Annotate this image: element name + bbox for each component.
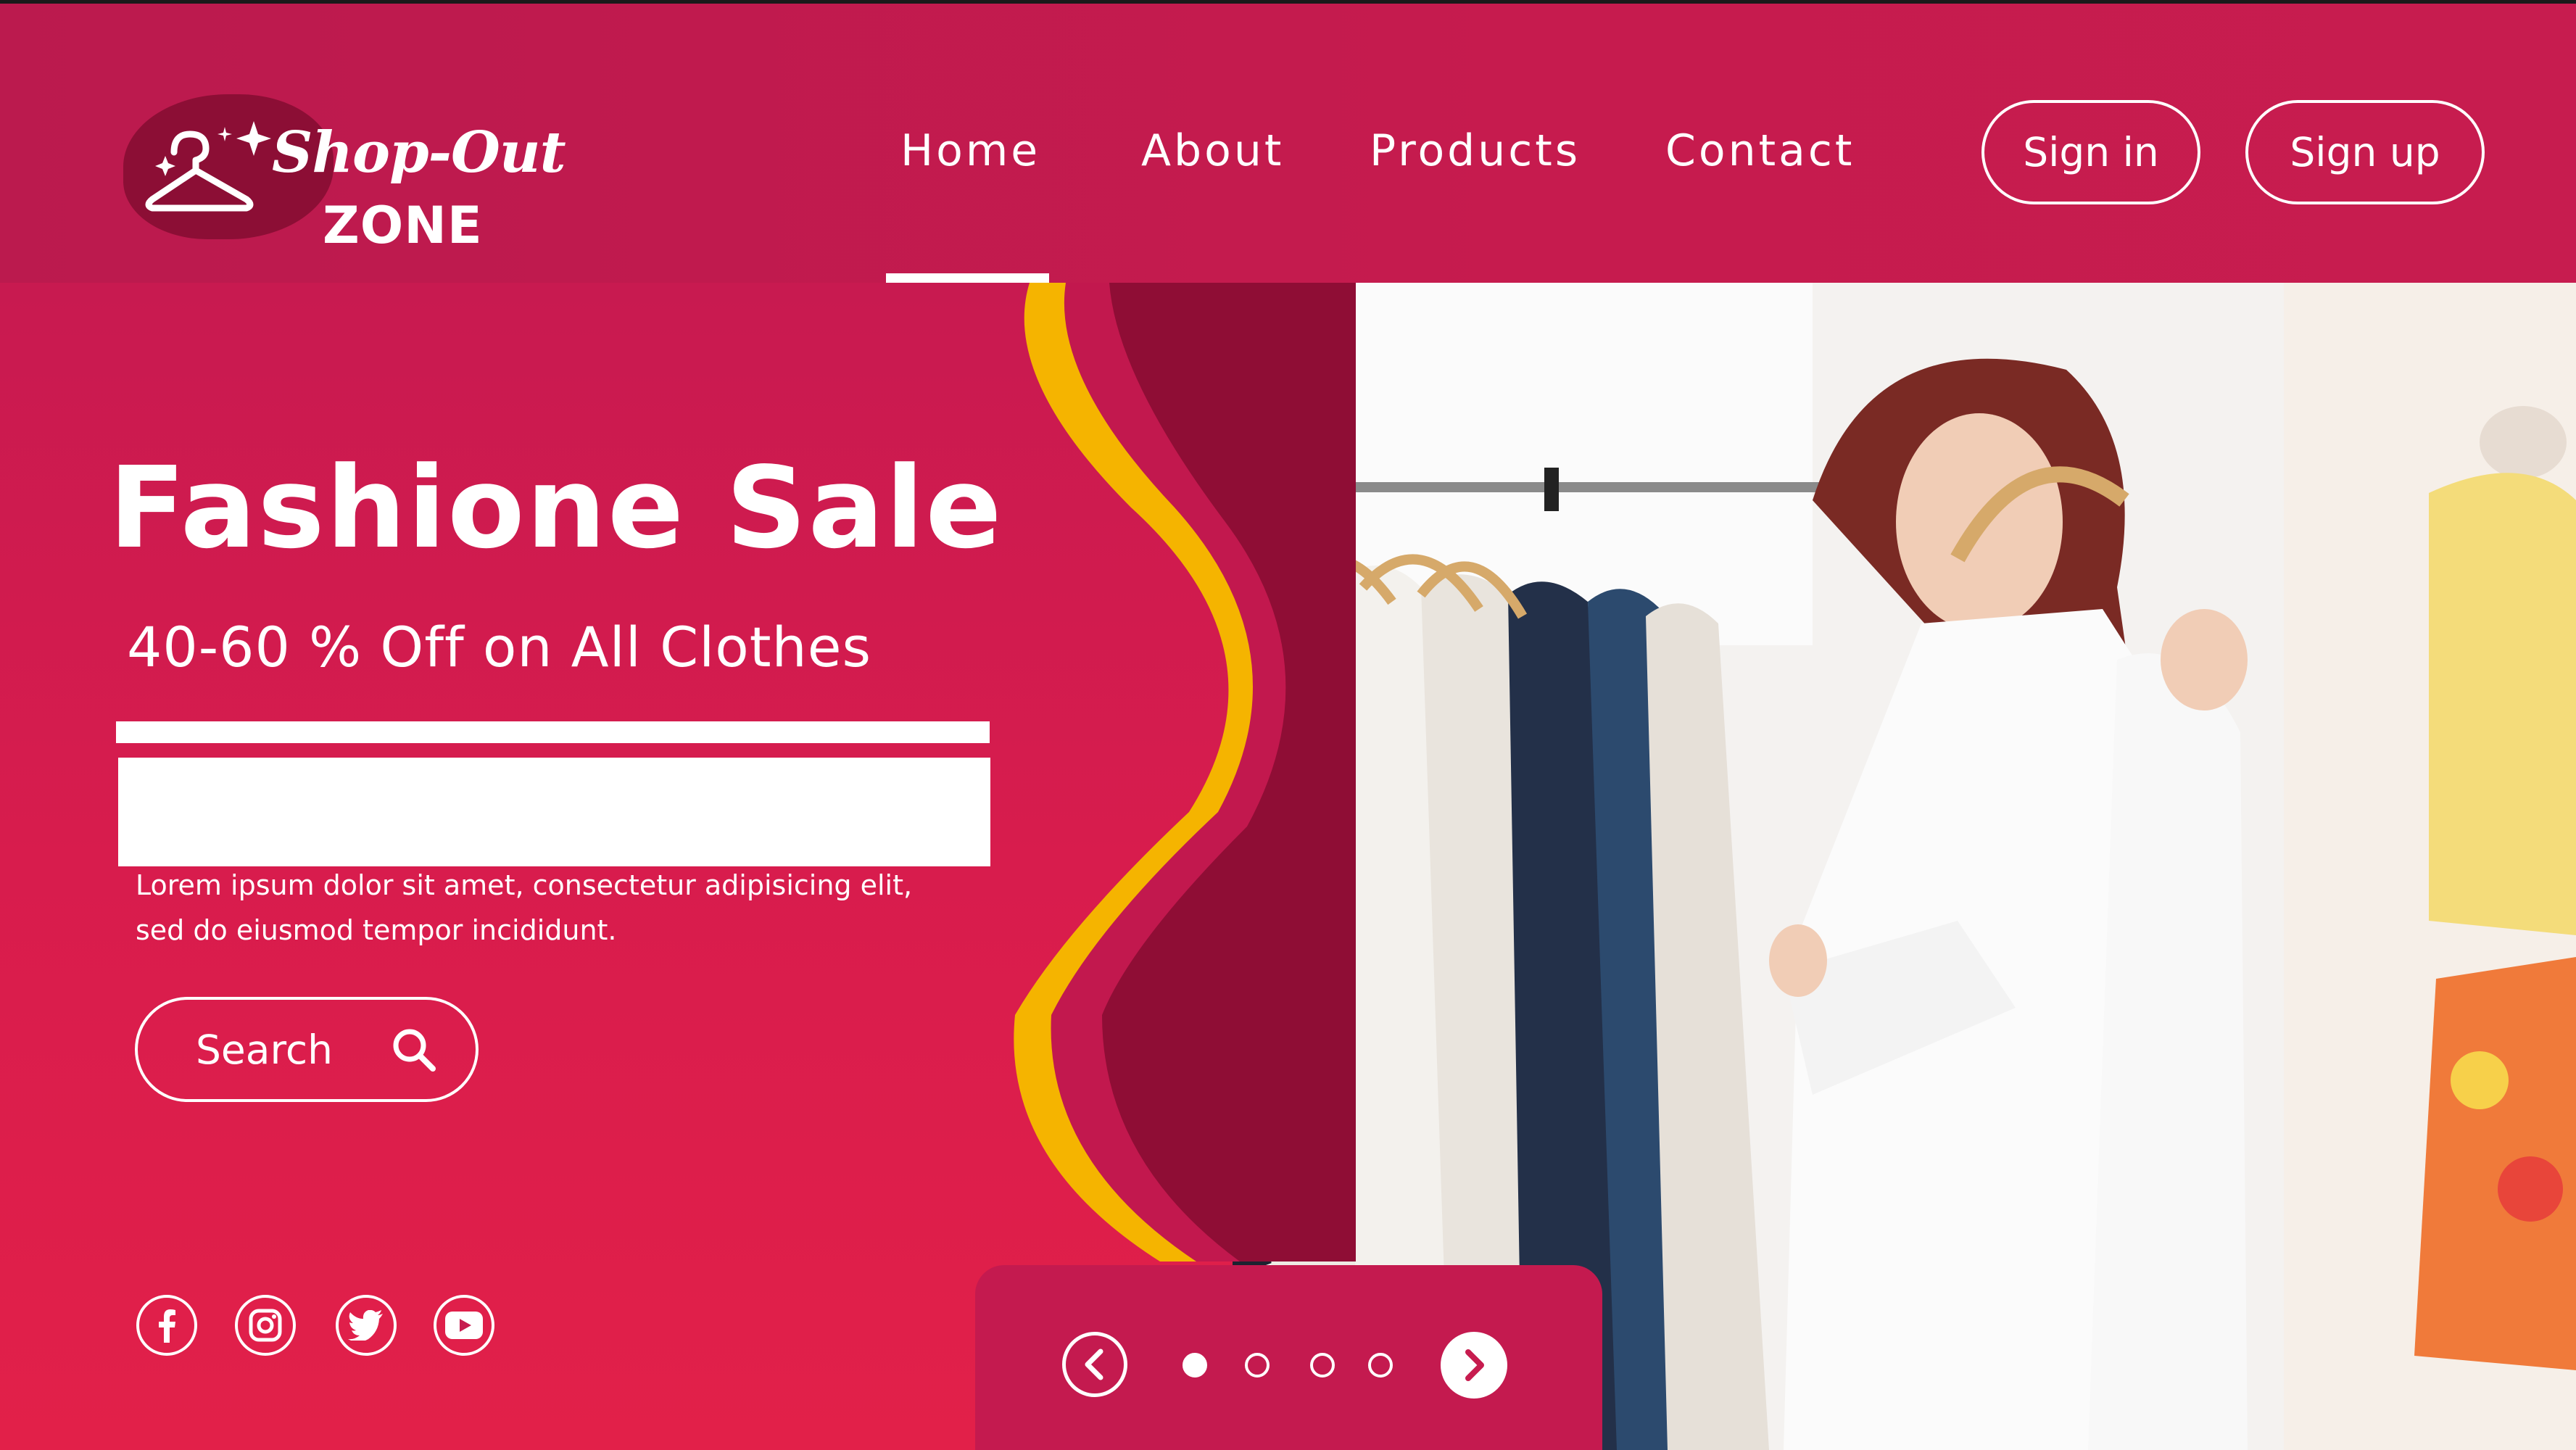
sign-in-button[interactable]: Sign in bbox=[1981, 100, 2200, 204]
nav-home[interactable]: Home bbox=[900, 122, 1040, 180]
slide-dot-2[interactable] bbox=[1245, 1353, 1270, 1378]
youtube-icon[interactable] bbox=[434, 1295, 494, 1356]
search-label: Search bbox=[196, 1026, 333, 1073]
landing-page: Shop-Out ZONE Home About Products Contac… bbox=[0, 0, 2576, 1450]
search-button[interactable]: Search bbox=[135, 997, 479, 1102]
chevron-left-icon bbox=[1085, 1348, 1103, 1380]
site-header: Shop-Out ZONE Home About Products Contac… bbox=[0, 0, 2576, 283]
nav-contact[interactable]: Contact bbox=[1665, 122, 1855, 180]
slide-dot-4[interactable] bbox=[1368, 1353, 1393, 1378]
slide-dot-1[interactable] bbox=[1183, 1353, 1207, 1378]
hero-title: Fashione Sale bbox=[109, 442, 1003, 573]
brand-zone: ZONE bbox=[323, 196, 483, 255]
twitter-icon[interactable] bbox=[336, 1295, 397, 1356]
previous-slide-button[interactable] bbox=[1062, 1332, 1127, 1397]
search-icon bbox=[393, 1029, 436, 1072]
nav-active-indicator bbox=[886, 273, 1049, 283]
next-slide-button[interactable] bbox=[1441, 1332, 1507, 1399]
slider-controls bbox=[975, 1265, 1602, 1450]
nav-about[interactable]: About bbox=[1141, 122, 1284, 180]
facebook-icon[interactable] bbox=[136, 1295, 197, 1356]
hero-description: Lorem ipsum dolor sit amet, consectetur … bbox=[136, 869, 913, 946]
instagram-icon[interactable] bbox=[235, 1295, 296, 1356]
chevron-right-icon bbox=[1465, 1349, 1484, 1381]
sign-up-button[interactable]: Sign up bbox=[2245, 100, 2485, 204]
nav-products[interactable]: Products bbox=[1370, 122, 1581, 180]
brand-logo[interactable]: Shop-Out ZONE bbox=[116, 83, 566, 257]
hero-subtitle: 40-60 % Off on All Clothes bbox=[127, 615, 872, 679]
decorative-bar bbox=[116, 721, 990, 743]
slide-dot-3[interactable] bbox=[1310, 1353, 1335, 1378]
brand-script: Shop-Out bbox=[272, 120, 566, 186]
text-placeholder-block bbox=[118, 758, 990, 866]
